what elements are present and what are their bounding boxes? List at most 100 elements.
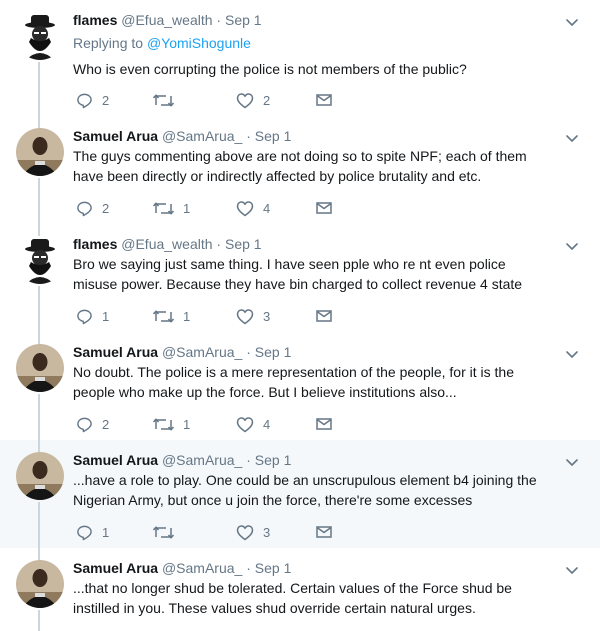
reply-button[interactable]: 1 <box>76 307 109 325</box>
display-name[interactable]: Samuel Arua <box>73 560 158 576</box>
tweet[interactable]: flames @Efua_wealth · Sep 1 Replying to … <box>0 0 600 124</box>
retweet-button[interactable] <box>153 91 183 109</box>
chevron-down-icon[interactable] <box>564 130 580 146</box>
timestamp[interactable]: Sep 1 <box>225 236 262 252</box>
tweet[interactable]: flames @Efua_wealth · Sep 1 Bro we sayin… <box>0 224 600 340</box>
reply-count: 1 <box>102 308 110 324</box>
reply-icon <box>76 416 93 433</box>
display-name[interactable]: flames <box>73 236 117 252</box>
reply-icon <box>76 524 93 541</box>
like-count: 2 <box>263 92 271 108</box>
retweet-icon <box>153 416 174 433</box>
reply-count: 1 <box>102 524 110 540</box>
tweet-text: ...have a role to play. One could be an … <box>73 472 537 508</box>
heart-icon <box>236 416 254 433</box>
like-button[interactable]: 2 <box>236 91 270 109</box>
tweet[interactable]: Samuel Arua @SamArua_ · Sep 1 No doubt. … <box>0 332 600 440</box>
separator: · <box>242 344 255 360</box>
dm-button[interactable] <box>316 199 332 217</box>
like-count: 4 <box>263 416 271 432</box>
display-name[interactable]: Samuel Arua <box>73 128 158 144</box>
timestamp[interactable]: Sep 1 <box>255 344 292 360</box>
dm-button[interactable] <box>316 523 332 541</box>
tweet-text: No doubt. The police is a mere represent… <box>73 364 514 400</box>
tweet-header: flames @Efua_wealth · Sep 1 <box>73 10 262 30</box>
chevron-down-icon[interactable] <box>564 14 580 30</box>
tweet-header: Samuel Arua @SamArua_ · Sep 1 <box>73 342 291 362</box>
avatar[interactable] <box>16 560 64 608</box>
envelope-icon <box>316 201 332 215</box>
separator: · <box>242 128 255 144</box>
like-button[interactable]: 3 <box>236 307 270 325</box>
reply-button[interactable]: 2 <box>76 91 109 109</box>
user-handle[interactable]: @Efua_wealth <box>121 236 212 252</box>
tweet[interactable]: Samuel Arua @SamArua_ · Sep 1 ...that no… <box>0 548 600 631</box>
like-count: 3 <box>263 524 271 540</box>
separator: · <box>212 12 225 28</box>
heart-icon <box>236 308 254 325</box>
like-button[interactable]: 3 <box>236 523 270 541</box>
chevron-down-icon[interactable] <box>564 562 580 578</box>
envelope-icon <box>316 309 332 323</box>
user-handle[interactable]: @SamArua_ <box>162 344 242 360</box>
tweet-text: Bro we saying just same thing. I have se… <box>73 256 523 292</box>
replying-to: Replying to @YomiShogunle <box>73 33 251 53</box>
timestamp[interactable]: Sep 1 <box>255 452 292 468</box>
reply-button[interactable]: 2 <box>76 199 109 217</box>
timestamp[interactable]: Sep 1 <box>255 560 292 576</box>
tweet-text: ...that no longer shud be tolerated. Cer… <box>73 580 512 616</box>
avatar[interactable] <box>16 344 64 392</box>
timestamp[interactable]: Sep 1 <box>255 128 292 144</box>
thread-line <box>38 502 40 548</box>
avatar[interactable] <box>16 128 64 176</box>
display-name[interactable]: flames <box>73 12 117 28</box>
reply-count: 2 <box>102 92 110 108</box>
retweet-icon <box>153 92 174 109</box>
reply-button[interactable]: 2 <box>76 415 109 433</box>
avatar[interactable] <box>16 236 64 284</box>
avatar[interactable] <box>16 12 64 60</box>
chevron-down-icon[interactable] <box>564 454 580 470</box>
dm-button[interactable] <box>316 91 332 109</box>
reply-count: 2 <box>102 416 110 432</box>
envelope-icon <box>316 525 332 539</box>
retweet-count: 1 <box>183 200 191 216</box>
retweet-button[interactable]: 1 <box>153 415 190 433</box>
user-handle[interactable]: @Efua_wealth <box>121 12 212 28</box>
retweet-button[interactable] <box>153 523 183 541</box>
retweet-button[interactable]: 1 <box>153 199 190 217</box>
chevron-down-icon[interactable] <box>564 238 580 254</box>
thread-line <box>38 610 40 631</box>
replying-to-label: Replying to <box>73 35 147 51</box>
chevron-down-icon[interactable] <box>564 346 580 362</box>
reply-icon <box>76 308 93 325</box>
dm-button[interactable] <box>316 415 332 433</box>
display-name[interactable]: Samuel Arua <box>73 452 158 468</box>
like-count: 4 <box>263 200 271 216</box>
reply-button[interactable]: 1 <box>76 523 109 541</box>
reply-icon <box>76 92 93 109</box>
retweet-icon <box>153 200 174 217</box>
tweet[interactable]: Samuel Arua @SamArua_ · Sep 1 ...have a … <box>0 440 600 548</box>
replying-to-handle[interactable]: @YomiShogunle <box>147 35 251 51</box>
tweet-thread: flames @Efua_wealth · Sep 1 Replying to … <box>0 0 600 631</box>
tweet[interactable]: Samuel Arua @SamArua_ · Sep 1 The guys c… <box>0 116 600 232</box>
thread-line <box>38 332 40 344</box>
like-button[interactable]: 4 <box>236 199 270 217</box>
user-handle[interactable]: @SamArua_ <box>162 128 242 144</box>
like-button[interactable]: 4 <box>236 415 270 433</box>
thread-line <box>38 224 40 236</box>
separator: · <box>242 452 255 468</box>
timestamp[interactable]: Sep 1 <box>225 12 262 28</box>
display-name[interactable]: Samuel Arua <box>73 344 158 360</box>
avatar[interactable] <box>16 452 64 500</box>
dm-button[interactable] <box>316 307 332 325</box>
retweet-button[interactable]: 1 <box>153 307 190 325</box>
user-handle[interactable]: @SamArua_ <box>162 452 242 468</box>
tweet-text: The guys commenting above are not doing … <box>73 148 527 184</box>
user-handle[interactable]: @SamArua_ <box>162 560 242 576</box>
tweet-header: flames @Efua_wealth · Sep 1 <box>73 234 262 254</box>
thread-line <box>38 440 40 452</box>
reply-count: 2 <box>102 200 110 216</box>
retweet-icon <box>153 308 174 325</box>
